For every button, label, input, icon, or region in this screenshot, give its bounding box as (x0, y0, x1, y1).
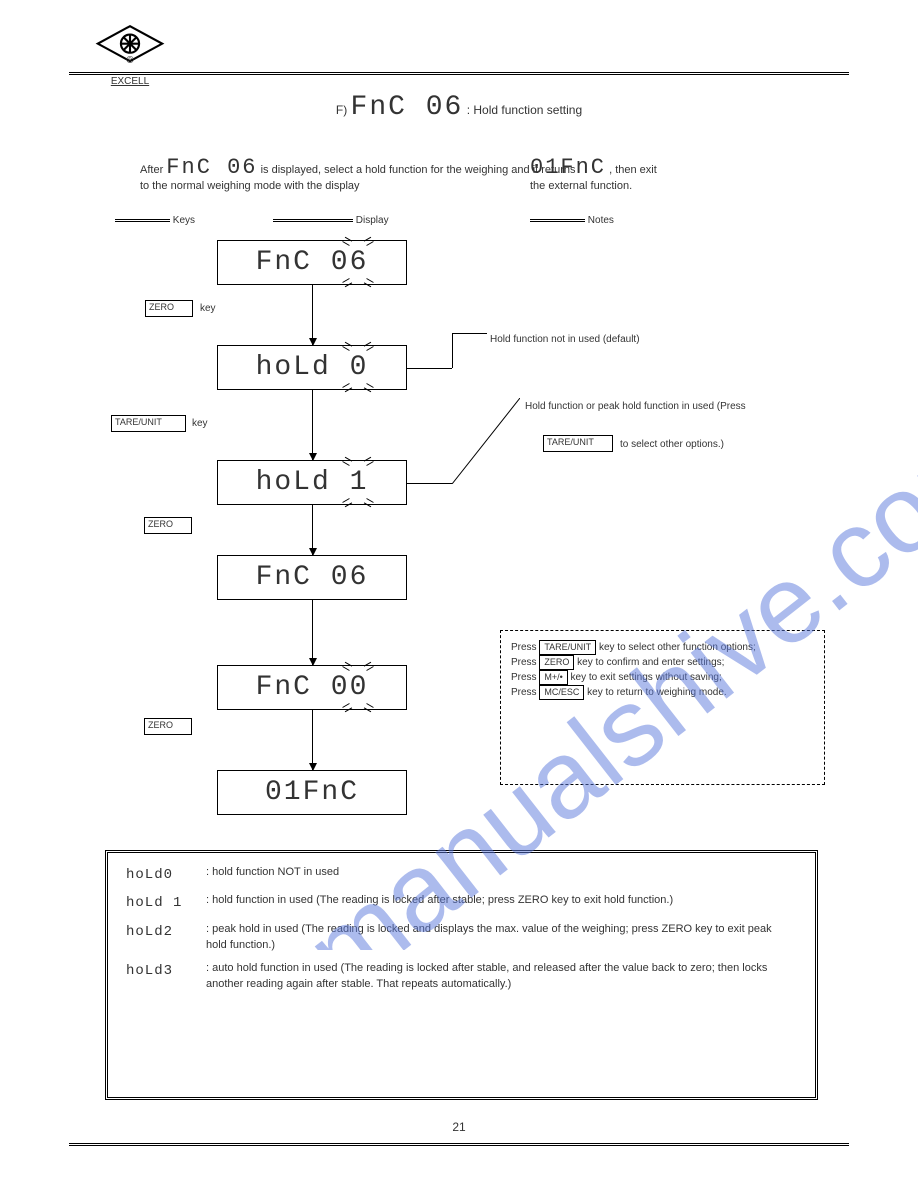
desc-text-3: : auto hold function in used (The readin… (206, 961, 786, 993)
registered-mark: ® (126, 55, 133, 66)
note-hold1: Hold function or peak hold function in u… (525, 400, 825, 415)
flow-box-1: FnC 06 (217, 240, 407, 285)
top-rule (69, 72, 849, 75)
flow-box-5: FnC 00 (217, 665, 407, 710)
description-box: hoLd0: hold function NOT in used hoLd 1:… (105, 850, 818, 1100)
flow-box-4: FnC 06 (217, 555, 407, 600)
title-suffix: : Hold function setting (467, 103, 582, 117)
title-seg: FnC 06 (351, 92, 464, 123)
flow-box-2: hoLd 0 (217, 345, 407, 390)
key-tare-note: TARE/UNIT (539, 640, 596, 655)
arrow-4 (312, 600, 313, 665)
key-zero-2: ZERO (144, 517, 192, 534)
subtitle-left: After FnC 06 is displayed, select a hold… (140, 155, 576, 192)
desc-code-2: hoLd2 (126, 922, 206, 942)
desc-text-2: : peak hold in used (The reading is lock… (206, 922, 786, 954)
flow-box-3: hoLd 1 (217, 460, 407, 505)
key-label-1: key (200, 303, 216, 314)
key-mplus-note: M+/• (539, 670, 567, 685)
desc-text-0: : hold function NOT in used (206, 865, 786, 881)
subtitle-right: 01FnC , then exit the external function. (530, 155, 657, 192)
sub-seg-right: 01FnC (530, 155, 606, 180)
key-zero-1: ZERO (145, 300, 193, 317)
bottom-rule (69, 1143, 849, 1146)
note-dashed-box: Press TARE/UNIT key to select other func… (500, 630, 825, 785)
page-title: F) FnC 06 : Hold function setting (0, 92, 918, 123)
arrow-1 (312, 285, 313, 345)
sub-seg-left: FnC 06 (166, 155, 257, 180)
watermark: manualshive.com (28, 150, 918, 950)
key-zero-3: ZERO (144, 718, 192, 735)
key-label-2: key (192, 418, 208, 429)
arrow-3 (312, 505, 313, 555)
key-zero-note: ZERO (539, 655, 574, 670)
col-notes: Notes (530, 215, 614, 226)
arrow-5 (312, 710, 313, 770)
brand-logo: ® EXCELL (95, 24, 165, 87)
desc-text-1: : hold function in used (The reading is … (206, 893, 786, 909)
note-hold1b: to select other options.) (620, 438, 724, 453)
desc-code-0: hoLd0 (126, 865, 206, 885)
arrow-2 (312, 390, 313, 460)
desc-code-3: hoLd3 (126, 961, 206, 981)
flow-box-6: 01FnC (217, 770, 407, 815)
note-hold0: Hold function not in used (default) (490, 333, 770, 348)
brand-name: EXCELL (95, 76, 165, 87)
key-tare-unit: TARE/UNIT (111, 415, 186, 432)
key-mcesc-note: MC/ESC (539, 685, 584, 700)
key-tare-right: TARE/UNIT (543, 435, 613, 452)
page-number: 21 (0, 1120, 918, 1134)
desc-code-1: hoLd 1 (126, 893, 206, 913)
col-display: Display (273, 215, 389, 226)
col-keys: Keys (115, 215, 195, 226)
title-prefix: F) (336, 103, 347, 117)
